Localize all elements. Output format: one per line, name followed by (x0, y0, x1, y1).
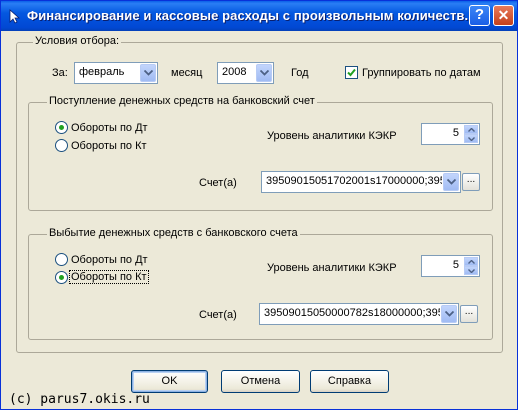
month-select[interactable]: февраль (74, 62, 158, 84)
group-by-dates-checkbox[interactable] (345, 66, 358, 79)
outflow-level-value: 5 (452, 259, 459, 271)
cancel-button[interactable]: Отмена (221, 370, 300, 393)
income-debit-radio[interactable] (55, 121, 68, 134)
window-title: Финансирование и кассовые расходы с прои… (27, 8, 476, 23)
radio-selected-dot (59, 125, 64, 130)
chevron-down-icon[interactable] (256, 64, 272, 82)
checkmark-icon (347, 68, 356, 77)
outflow-debit-radio[interactable] (55, 253, 68, 266)
income-account-browse-button[interactable]: ... (462, 173, 480, 191)
outflow-account-label: Счет(а) (199, 309, 237, 321)
income-group: Поступление денежных средств на банковск… (28, 95, 493, 211)
close-button[interactable]: ✕ (493, 5, 514, 26)
group-by-dates-label[interactable]: Группировать по датам (362, 67, 481, 79)
watermark-text: (c) parus7.okis.ru (9, 392, 150, 407)
year-value: 2008 (222, 66, 247, 78)
chevron-down-icon[interactable] (140, 64, 156, 82)
outflow-level-label: Уровень аналитики КЭКР (267, 262, 397, 274)
month-value: февраль (79, 66, 125, 78)
outflow-account-value: 39509015050000782s18000000;395 (264, 307, 440, 319)
selection-conditions-legend: Условия отбора: (33, 35, 122, 47)
ok-button[interactable]: OK (131, 370, 208, 393)
income-level-spinner[interactable]: 5 (421, 123, 480, 145)
outflow-debit-label[interactable]: Обороты по Дт (71, 254, 148, 266)
income-level-value: 5 (452, 127, 459, 139)
outflow-credit-radio[interactable] (55, 271, 68, 284)
spin-up-icon[interactable] (464, 257, 478, 266)
income-debit-label[interactable]: Обороты по Дт (71, 122, 148, 134)
year-label: Год (291, 67, 309, 79)
income-account-value: 39509015051702001s17000000;395 (266, 175, 442, 187)
period-label: За: (52, 67, 68, 79)
spin-up-icon[interactable] (464, 125, 478, 134)
radio-selected-dot (59, 275, 64, 280)
income-account-select[interactable]: 39509015051702001s17000000;395 (261, 171, 461, 193)
spin-down-icon[interactable] (464, 266, 478, 275)
month-label: месяц (171, 67, 203, 79)
year-select[interactable]: 2008 (217, 62, 274, 84)
outflow-account-browse-button[interactable]: ... (460, 305, 478, 323)
income-level-label: Уровень аналитики КЭКР (267, 130, 397, 142)
outflow-credit-label[interactable]: Обороты по Кт (69, 270, 149, 284)
income-credit-radio[interactable] (55, 139, 68, 152)
spin-down-icon[interactable] (464, 134, 478, 143)
income-credit-label[interactable]: Обороты по Кт (71, 140, 147, 152)
income-legend: Поступление денежных средств на банковск… (47, 95, 317, 107)
outflow-account-select[interactable]: 39509015050000782s18000000;395 (259, 303, 459, 325)
help-title-button[interactable]: ? (469, 5, 490, 26)
chevron-down-icon[interactable] (441, 305, 457, 323)
income-account-label: Счет(а) (199, 177, 237, 189)
help-button[interactable]: Справка (310, 370, 389, 393)
title-bar[interactable]: Финансирование и кассовые расходы с прои… (1, 1, 517, 31)
outflow-legend: Выбытие денежных средств с банковского с… (47, 227, 300, 239)
dialog-window: Финансирование и кассовые расходы с прои… (0, 0, 518, 410)
chevron-down-icon[interactable] (443, 173, 459, 191)
app-icon (9, 9, 21, 24)
outflow-level-spinner[interactable]: 5 (421, 255, 480, 277)
